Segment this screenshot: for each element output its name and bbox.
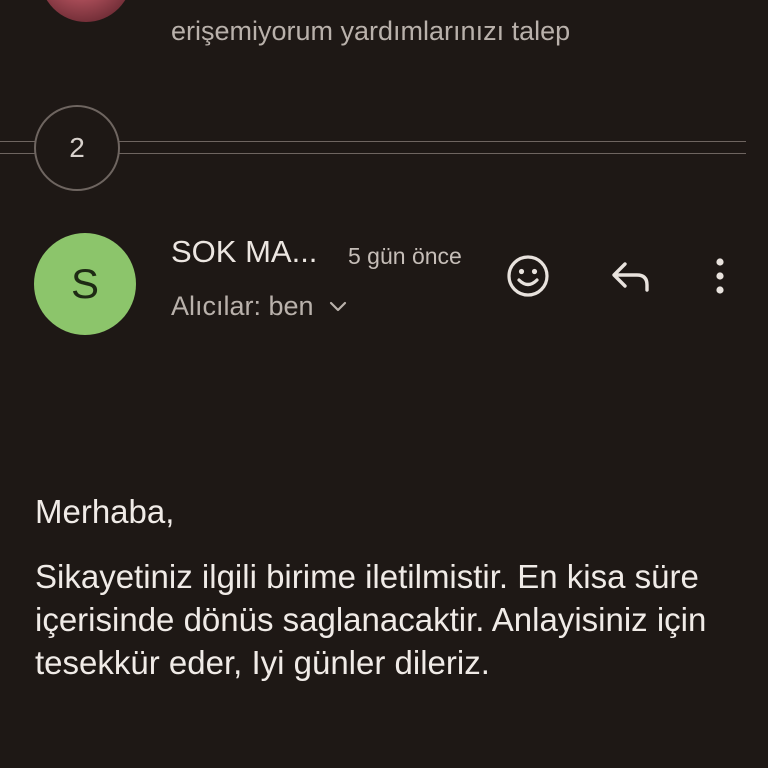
- reply-icon: [612, 262, 649, 292]
- previous-message-snippet[interactable]: ████ ██████ ██████████ ████████ erişemiy…: [171, 0, 761, 50]
- email-thread-view: ████ ██████ ██████████ ████████ erişemiy…: [0, 0, 768, 768]
- collapsed-messages-count[interactable]: 2: [34, 105, 120, 191]
- recipients-label: Alıcılar: ben: [171, 291, 314, 321]
- body-paragraph: Sikayetiniz ilgili birime iletilmistir. …: [35, 558, 707, 681]
- previous-snippet-line: erişemiyorum yardımlarınızı talep: [171, 16, 571, 46]
- add-reaction-button[interactable]: [498, 246, 558, 306]
- message-time: 5 gün önce: [348, 243, 462, 269]
- sender-avatar[interactable]: S: [34, 233, 136, 335]
- sender-name[interactable]: SOK MA...: [171, 234, 317, 270]
- previous-snippet-line-clipped: ████ ██████ ██████████ ████████: [171, 0, 761, 12]
- more-vert-icon: [716, 258, 724, 294]
- reply-button[interactable]: [601, 246, 661, 306]
- more-options-button[interactable]: [690, 246, 750, 306]
- message-body: Merhaba, Sikayetiniz ilgili birime ileti…: [35, 490, 735, 706]
- body-greeting: Merhaba,: [35, 493, 175, 530]
- emoji-icon: [507, 255, 549, 297]
- previous-sender-avatar[interactable]: [40, 0, 132, 22]
- chevron-down-icon: [329, 301, 346, 311]
- recipients-toggle[interactable]: Alıcılar: ben: [171, 291, 348, 322]
